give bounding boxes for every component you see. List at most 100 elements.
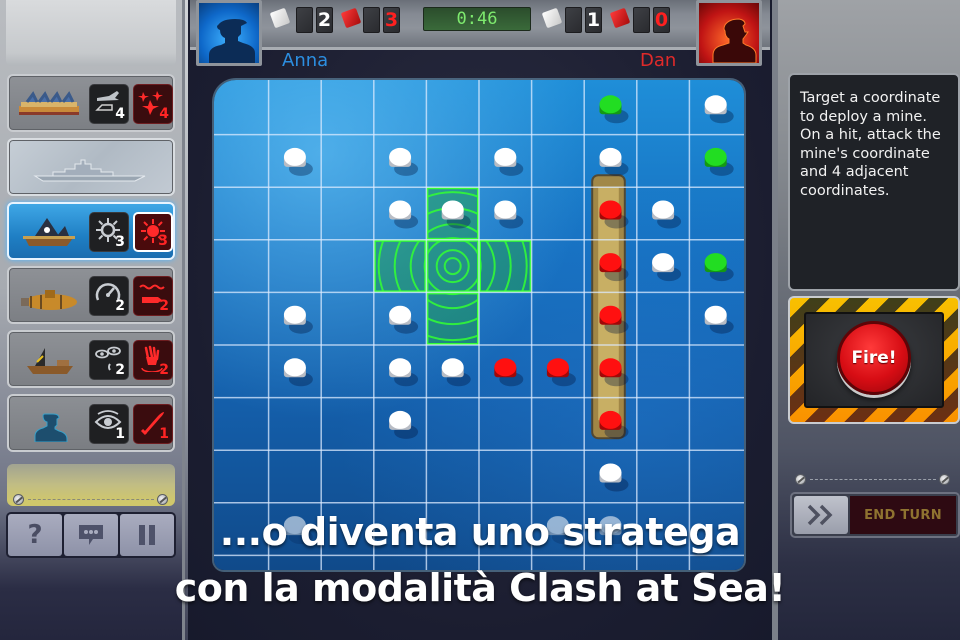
grid-cell[interactable] [321,187,374,240]
grid-cell[interactable] [269,450,322,503]
grid-cell[interactable] [689,345,742,398]
grid-cell[interactable] [637,345,690,398]
grid-cell[interactable] [532,292,585,345]
commander-silhouette-blue-icon [209,19,255,63]
grid-cell[interactable] [479,82,532,135]
grid-cell[interactable] [321,398,374,451]
grid-cell[interactable] [532,240,585,293]
ability-aircraft[interactable]: 4 [89,84,129,124]
mine-target-cell[interactable] [426,292,479,345]
grid-cell[interactable] [321,345,374,398]
grid-cell[interactable] [637,292,690,345]
ship-card-carrier[interactable]: 4 4 [7,74,175,132]
peg-top [283,358,306,377]
ability-count: 2 [115,362,125,378]
grid-cell[interactable] [216,240,269,293]
peg-top [599,410,622,429]
grid-cell[interactable] [321,82,374,135]
game-board[interactable] [214,80,744,570]
ability-torpedo[interactable]: 2 [133,276,173,316]
grid-cell[interactable] [532,450,585,503]
grid-cell[interactable] [426,450,479,503]
submarine-icon [21,290,77,310]
mine-target-cell[interactable] [479,239,532,293]
ability-fighter-squadron[interactable]: 4 [133,84,173,124]
peg-top [652,253,675,272]
fire-hazard-frame: Fire! [788,296,960,424]
commander-silhouette-red-icon [712,18,757,63]
grid-cell[interactable] [532,187,585,240]
grid-cell[interactable] [216,398,269,451]
grid-cell[interactable] [216,292,269,345]
grid-cell[interactable] [321,292,374,345]
grid-cell[interactable] [216,345,269,398]
board-grid[interactable] [214,80,744,570]
grid-cell[interactable] [216,187,269,240]
commander-silhouette-icon [34,413,68,442]
grid-cell[interactable] [269,82,322,135]
screw-icon [939,474,950,485]
ship-card-battleship-sunk[interactable] [7,138,175,196]
promo-caption-line2: con la modalità Clash at Sea! [174,566,786,610]
ship-card-pirate-active[interactable]: 3 3 [7,202,175,260]
peg-top [441,358,464,377]
grid-cell[interactable] [216,82,269,135]
grid-cell[interactable] [479,450,532,503]
player-name-right: Dan [640,50,677,71]
grid-cell[interactable] [479,398,532,451]
grid-cell[interactable] [374,450,427,503]
carrier-ship-icon [19,91,79,115]
peg-top [283,305,306,324]
grid-cell[interactable] [637,135,690,188]
ability-spy[interactable]: 1 [89,404,129,444]
grid-cell[interactable] [426,398,479,451]
grid-cell[interactable] [426,82,479,135]
promo-caption-line1: ...o diventa uno stratega [219,510,741,554]
ability-count: 4 [115,106,125,122]
grid-cell[interactable] [321,135,374,188]
peg-top [599,95,622,114]
peg-top [494,200,517,219]
pirate-ship-icon [23,218,75,246]
turn-timer: 0:46 [423,7,531,31]
divider [28,499,154,500]
ability-scout[interactable]: 2 [89,340,129,380]
grid-cell[interactable] [374,82,427,135]
ability-missile[interactable]: 1 [133,404,173,444]
grid-cell[interactable] [479,292,532,345]
grid-cell[interactable] [321,450,374,503]
grid-cell[interactable] [321,240,374,293]
dan-hit-score: 0 [653,7,670,33]
grid-cell[interactable] [269,240,322,293]
grid-cell[interactable] [637,82,690,135]
ship-card-commander[interactable]: 1 1 [7,394,175,452]
ability-grab[interactable]: 2 [133,340,173,380]
ability-mine-attack[interactable]: 3 [133,212,173,252]
peg-top [704,253,727,272]
grid-cell[interactable] [637,450,690,503]
fire-button-housing: Fire! [804,312,944,408]
grid-cell[interactable] [637,398,690,451]
grid-cell[interactable] [532,398,585,451]
player-avatar-dan [696,0,762,66]
grid-cell[interactable] [216,450,269,503]
ability-sonar[interactable]: 2 [89,276,129,316]
grid-cell[interactable] [532,82,585,135]
grid-cell[interactable] [689,187,742,240]
ship-card-submarine[interactable]: 2 2 [7,266,175,324]
ability-count: 3 [115,234,125,250]
grid-cell[interactable] [216,135,269,188]
grid-cell[interactable] [269,187,322,240]
mine-target-cell[interactable] [373,239,427,293]
grid-cell[interactable] [426,135,479,188]
grid-cell[interactable] [689,398,742,451]
grid-cell[interactable] [689,450,742,503]
peg-top [599,147,622,166]
fire-button[interactable]: Fire! [837,321,911,395]
ship-card-junk[interactable]: 2 2 [7,330,175,388]
mine-target-cell[interactable] [426,239,479,293]
dan-miss-score: 1 [585,7,602,33]
ability-mine[interactable]: 3 [89,212,129,252]
grid-cell[interactable] [269,398,322,451]
grid-cell[interactable] [532,135,585,188]
